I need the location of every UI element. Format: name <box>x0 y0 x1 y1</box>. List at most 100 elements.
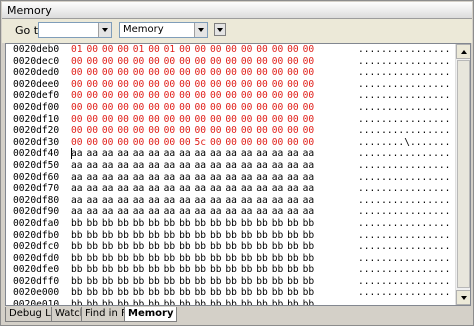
hex-byte[interactable]: bb <box>133 218 148 230</box>
hex-byte[interactable]: aa <box>256 183 271 195</box>
hex-byte[interactable]: bb <box>164 230 179 242</box>
hex-byte[interactable]: aa <box>179 148 194 160</box>
hex-byte[interactable]: 00 <box>148 56 163 68</box>
hex-byte[interactable]: 00 <box>164 67 179 79</box>
hex-byte[interactable]: aa <box>256 148 271 160</box>
hex-byte[interactable]: 00 <box>164 56 179 68</box>
hex-byte[interactable]: 00 <box>210 56 225 68</box>
hex-byte[interactable]: bb <box>117 230 132 242</box>
hex-byte[interactable]: 00 <box>179 114 194 126</box>
hex-byte[interactable]: bb <box>303 299 318 305</box>
memory-row[interactable]: 0020dfb0 bb bb bb bb bb bb bb bb bb bb bb bb bb bb bb bb… <box>6 230 455 242</box>
hex-byte[interactable]: 00 <box>225 137 240 149</box>
hex-byte[interactable]: 00 <box>102 44 117 56</box>
hex-byte[interactable]: bb <box>164 241 179 253</box>
hex-byte[interactable]: aa <box>117 206 132 218</box>
hex-byte[interactable]: aa <box>241 206 256 218</box>
hex-byte[interactable]: bb <box>117 276 132 288</box>
hex-byte[interactable]: 00 <box>256 125 271 137</box>
hex-byte[interactable]: 00 <box>195 44 210 56</box>
hex-byte[interactable]: aa <box>86 160 101 172</box>
scroll-up-button[interactable] <box>456 44 470 59</box>
hex-byte[interactable]: bb <box>86 218 101 230</box>
hex-byte[interactable]: aa <box>195 148 210 160</box>
hex-byte[interactable]: 00 <box>117 90 132 102</box>
hex-byte[interactable]: bb <box>225 264 240 276</box>
hex-byte[interactable]: aa <box>148 148 163 160</box>
hex-byte[interactable]: aa <box>272 172 287 184</box>
hex-byte[interactable]: bb <box>71 230 86 242</box>
hex-byte[interactable]: 00 <box>71 137 86 149</box>
hex-byte[interactable]: aa <box>179 160 194 172</box>
hex-byte[interactable]: 00 <box>287 56 302 68</box>
hex-byte[interactable]: 00 <box>225 44 240 56</box>
hex-byte[interactable]: 00 <box>117 137 132 149</box>
hex-byte[interactable]: bb <box>102 264 117 276</box>
hex-byte[interactable]: bb <box>272 230 287 242</box>
hex-byte[interactable]: bb <box>179 287 194 299</box>
hex-byte[interactable]: aa <box>287 172 302 184</box>
hex-byte[interactable]: 00 <box>102 90 117 102</box>
hex-byte[interactable]: 00 <box>164 102 179 114</box>
hex-byte[interactable]: bb <box>133 241 148 253</box>
hex-byte[interactable]: aa <box>71 183 86 195</box>
hex-byte[interactable]: bb <box>164 264 179 276</box>
hex-byte[interactable]: bb <box>86 253 101 265</box>
hex-byte[interactable]: aa <box>133 195 148 207</box>
hex-byte[interactable]: bb <box>256 287 271 299</box>
hex-byte[interactable]: bb <box>303 264 318 276</box>
view-type-combo[interactable]: Memory <box>119 22 208 38</box>
hex-byte[interactable]: 00 <box>287 125 302 137</box>
hex-byte[interactable]: bb <box>102 276 117 288</box>
hex-byte[interactable]: bb <box>179 218 194 230</box>
hex-byte[interactable]: aa <box>272 195 287 207</box>
hex-byte[interactable]: aa <box>256 160 271 172</box>
memory-view[interactable]: 0020deb0 01 00 00 00 01 00 01 00 00 00 00 00 00 00 00 00… <box>5 43 471 306</box>
chevron-down-icon[interactable] <box>194 23 207 37</box>
hex-byte[interactable]: bb <box>164 253 179 265</box>
memory-row[interactable]: 0020e000 bb bb bb bb bb bb bb bb bb bb bb bb bb bb bb bb… <box>6 287 455 299</box>
hex-byte[interactable]: aa <box>133 148 148 160</box>
hex-byte[interactable]: 00 <box>241 67 256 79</box>
hex-byte[interactable]: aa <box>102 172 117 184</box>
hex-byte[interactable]: bb <box>148 218 163 230</box>
hex-byte[interactable]: bb <box>256 299 271 305</box>
hex-byte[interactable]: bb <box>195 287 210 299</box>
hex-byte[interactable]: 00 <box>272 90 287 102</box>
hex-byte[interactable]: bb <box>71 241 86 253</box>
hex-byte[interactable]: aa <box>164 148 179 160</box>
memory-row[interactable]: 0020dff0 bb bb bb bb bb bb bb bb bb bb bb bb bb bb bb bb… <box>6 276 455 288</box>
hex-byte[interactable]: bb <box>71 264 86 276</box>
memory-row[interactable]: 0020df30 00 00 00 00 00 00 00 00 5c 00 00 00 00 00 00 00… <box>6 137 455 149</box>
hex-byte[interactable]: bb <box>225 241 240 253</box>
hex-byte[interactable]: bb <box>195 230 210 242</box>
hex-byte[interactable]: 00 <box>241 90 256 102</box>
hex-byte[interactable]: 00 <box>102 79 117 91</box>
hex-byte[interactable]: 00 <box>303 102 318 114</box>
hex-byte[interactable]: bb <box>256 253 271 265</box>
hex-byte[interactable]: 00 <box>225 79 240 91</box>
hex-byte[interactable]: aa <box>102 195 117 207</box>
hex-byte[interactable]: 00 <box>241 125 256 137</box>
hex-byte[interactable]: bb <box>256 276 271 288</box>
hex-byte[interactable]: aa <box>133 172 148 184</box>
hex-byte[interactable]: 00 <box>303 90 318 102</box>
hex-byte[interactable]: 00 <box>256 90 271 102</box>
hex-byte[interactable]: bb <box>303 287 318 299</box>
hex-byte[interactable]: aa <box>272 183 287 195</box>
hex-byte[interactable]: aa <box>287 160 302 172</box>
hex-byte[interactable]: aa <box>303 183 318 195</box>
hex-byte[interactable]: 00 <box>272 79 287 91</box>
hex-byte[interactable]: 00 <box>287 102 302 114</box>
memory-row[interactable]: 0020df50 aa aa aa aa aa aa aa aa aa aa aa aa aa aa aa aa… <box>6 160 455 172</box>
hex-byte[interactable]: 00 <box>303 125 318 137</box>
hex-byte[interactable]: 00 <box>164 90 179 102</box>
hex-byte[interactable]: aa <box>210 206 225 218</box>
hex-byte[interactable]: 00 <box>272 44 287 56</box>
hex-byte[interactable]: 00 <box>210 114 225 126</box>
hex-byte[interactable]: aa <box>133 206 148 218</box>
hex-byte[interactable]: 00 <box>86 125 101 137</box>
hex-byte[interactable]: bb <box>117 218 132 230</box>
hex-byte[interactable]: 00 <box>133 102 148 114</box>
hex-byte[interactable]: 00 <box>287 44 302 56</box>
